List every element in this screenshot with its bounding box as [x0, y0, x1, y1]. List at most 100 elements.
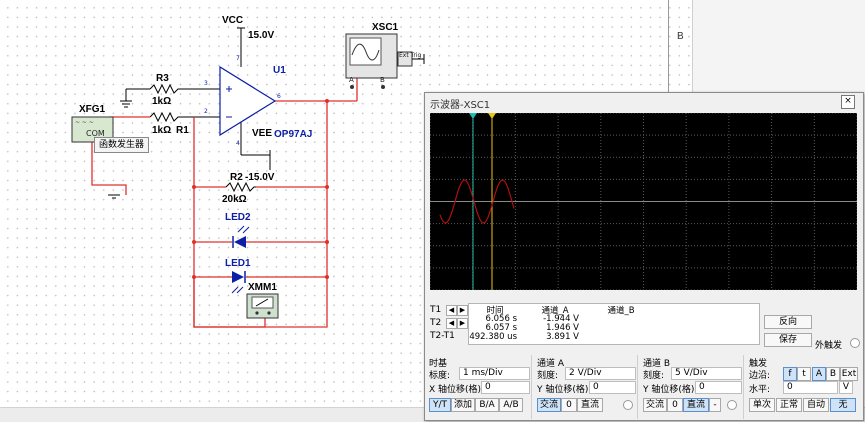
trigger-source-ext-button[interactable]: Ext [840, 367, 858, 381]
scope-screen[interactable] [430, 113, 857, 290]
pin-3: 3 [204, 80, 208, 87]
measurement-panel: T1 T2 T2-T1 ◀ ▶ ◀ ▶ 时间 通道_A 通道_B 6.056 s… [430, 302, 860, 351]
trigger-falling-edge-button[interactable]: f [783, 367, 797, 381]
oscilloscope-xsc1[interactable] [345, 33, 425, 89]
trigger-rising-edge-button[interactable]: t [797, 367, 811, 381]
channel-b-ac-button[interactable]: 交流 [643, 398, 667, 412]
xsc-b-label: B [380, 76, 385, 84]
channel-a-zero-button[interactable]: 0 [561, 398, 577, 412]
vcc-value: 15.0V [248, 30, 274, 41]
trigger-level-label: 水平: [749, 385, 771, 395]
t1-right-arrow[interactable]: ▶ [457, 305, 468, 316]
trigger-level-unit[interactable]: V [839, 381, 853, 394]
pin-4: 4 [236, 140, 240, 147]
channel-a-scale-field[interactable]: 2 V/Div [565, 367, 636, 380]
scope-graticule [430, 113, 857, 290]
channel-b-scale-label: 刻度: [643, 371, 665, 381]
channel-b-scale-field[interactable]: 5 V/Div [671, 367, 742, 380]
xmm-ref: XMM1 [248, 282, 277, 293]
led2[interactable] [232, 225, 250, 248]
channel-a-scale-label: 刻度: [537, 371, 559, 381]
mode-yt-button[interactable]: Y/T [429, 398, 451, 412]
channel-b-zero-button[interactable]: 0 [667, 398, 683, 412]
trigger-single-button[interactable]: 单次 [749, 398, 775, 412]
timebase-scale-label: 标度: [429, 371, 451, 381]
t2-t1-label: T2-T1 [430, 331, 455, 341]
pin-7: 7 [236, 55, 240, 62]
trigger-source-a-button[interactable]: A [812, 367, 826, 381]
resistor-r3[interactable] [149, 83, 180, 95]
trigger-auto-button[interactable]: 自动 [803, 398, 829, 412]
multimeter-xmm1[interactable] [246, 293, 279, 319]
trigger-source-b-button[interactable]: B [826, 367, 840, 381]
led2-ref: LED2 [225, 212, 251, 223]
pin-2: 2 [204, 108, 208, 115]
channel-a-ypos-label: Y 轴位移(格): [537, 385, 592, 395]
trigger-edge-label: 边沿: [749, 371, 771, 381]
scope-controls: 时基 标度: 1 ms/Div X 轴位移(格): 0 Y/T 添加 B/A A… [425, 355, 863, 420]
pin-6: 6 [277, 93, 281, 100]
close-icon: × [844, 96, 852, 106]
r3-value: 1kΩ [152, 96, 171, 107]
svg-text:~ ~ ~: ~ ~ ~ [75, 119, 94, 126]
vee-value: -15.0V [245, 172, 275, 183]
t2-t1-time: 492.380 us [469, 332, 517, 342]
resistor-r2[interactable] [225, 181, 256, 193]
close-button[interactable]: × [841, 95, 855, 109]
xfg-ref: XFG1 [79, 104, 106, 115]
t1-left-arrow[interactable]: ◀ [446, 305, 457, 316]
cursor-t1-handle [469, 113, 477, 119]
channel-a-dc-button[interactable]: 直流 [577, 398, 603, 412]
r1-ref: R1 [176, 125, 189, 136]
vcc-label: VCC [222, 15, 243, 26]
vee-label: VEE [252, 128, 272, 139]
led1-ref: LED1 [225, 258, 251, 269]
timebase-xpos-field[interactable]: 0 [481, 381, 530, 394]
opamp-ref: U1 [273, 65, 286, 76]
external-trigger-label: 外触发 [815, 341, 843, 351]
channel-b-minus-button[interactable]: - [709, 398, 721, 412]
oscilloscope-window[interactable]: 示波器-XSC1 × T1 T2 T2-T1 ◀ ▶ ◀ ▶ 时间 通道_A 通… [424, 92, 864, 421]
trigger-none-button[interactable]: 无 [830, 398, 856, 412]
r1-value: 1kΩ [152, 125, 171, 136]
xsc-ext-trig: Ext Trig [399, 52, 422, 59]
channel-a-radio[interactable] [623, 400, 633, 410]
trigger-normal-button[interactable]: 正常 [776, 398, 802, 412]
xfg-tooltip: 函数发生器 [94, 137, 150, 153]
r2-ref: R2 [230, 172, 243, 183]
channel-b-section: 通道 B 刻度: 5 V/Div Y 轴位移(格): 0 交流 0 直流 - [639, 355, 744, 419]
cursor-t2-handle [488, 113, 496, 119]
r2-value: 20kΩ [222, 194, 247, 205]
channel-b-dc-button[interactable]: 直流 [683, 398, 709, 412]
channel-a-ypos-field[interactable]: 0 [589, 381, 636, 394]
channel-a-section: 通道 A 刻度: 2 V/Div Y 轴位移(格): 0 交流 0 直流 [533, 355, 638, 419]
t2-right-arrow[interactable]: ▶ [457, 318, 468, 329]
channel-a-ac-button[interactable]: 交流 [537, 398, 561, 412]
channel-b-ypos-field[interactable]: 0 [695, 381, 742, 394]
opamp-u1[interactable] [219, 65, 277, 137]
xsc-ref: XSC1 [372, 22, 399, 33]
t1-label: T1 [430, 305, 442, 315]
timebase-scale-field[interactable]: 1 ms/Div [459, 367, 530, 380]
mode-ab-button[interactable]: A/B [499, 398, 523, 412]
mode-ba-button[interactable]: B/A [475, 398, 499, 412]
timebase-xpos-label: X 轴位移(格): [429, 385, 485, 395]
timebase-section: 时基 标度: 1 ms/Div X 轴位移(格): 0 Y/T 添加 B/A A… [425, 355, 532, 419]
t2-label: T2 [430, 318, 442, 328]
external-trigger-radio[interactable] [850, 338, 860, 348]
led1[interactable] [231, 271, 246, 294]
t2-t1-cha: 3.891 V [546, 332, 579, 342]
trigger-section: 触发 边沿: f t A B Ext 水平: 0 V 单次 正常 自动 无 [745, 355, 861, 419]
save-button[interactable]: 保存 [764, 333, 812, 347]
mode-add-button[interactable]: 添加 [451, 398, 475, 412]
opamp-model: OP97AJ [274, 129, 312, 140]
resistor-r1[interactable] [149, 111, 180, 123]
col-chb-header: 通道_B [607, 306, 635, 316]
xfg-tooltip-text: 函数发生器 [99, 140, 145, 150]
trigger-level-field[interactable]: 0 [783, 381, 838, 394]
channel-b-radio[interactable] [727, 400, 737, 410]
t2-left-arrow[interactable]: ◀ [446, 318, 457, 329]
channel-b-ypos-label: Y 轴位移(格): [643, 385, 698, 395]
measurement-table: 时间 通道_A 通道_B 6.056 s -1.944 V 6.057 s 1.… [468, 303, 760, 345]
reverse-button[interactable]: 反向 [764, 315, 812, 329]
